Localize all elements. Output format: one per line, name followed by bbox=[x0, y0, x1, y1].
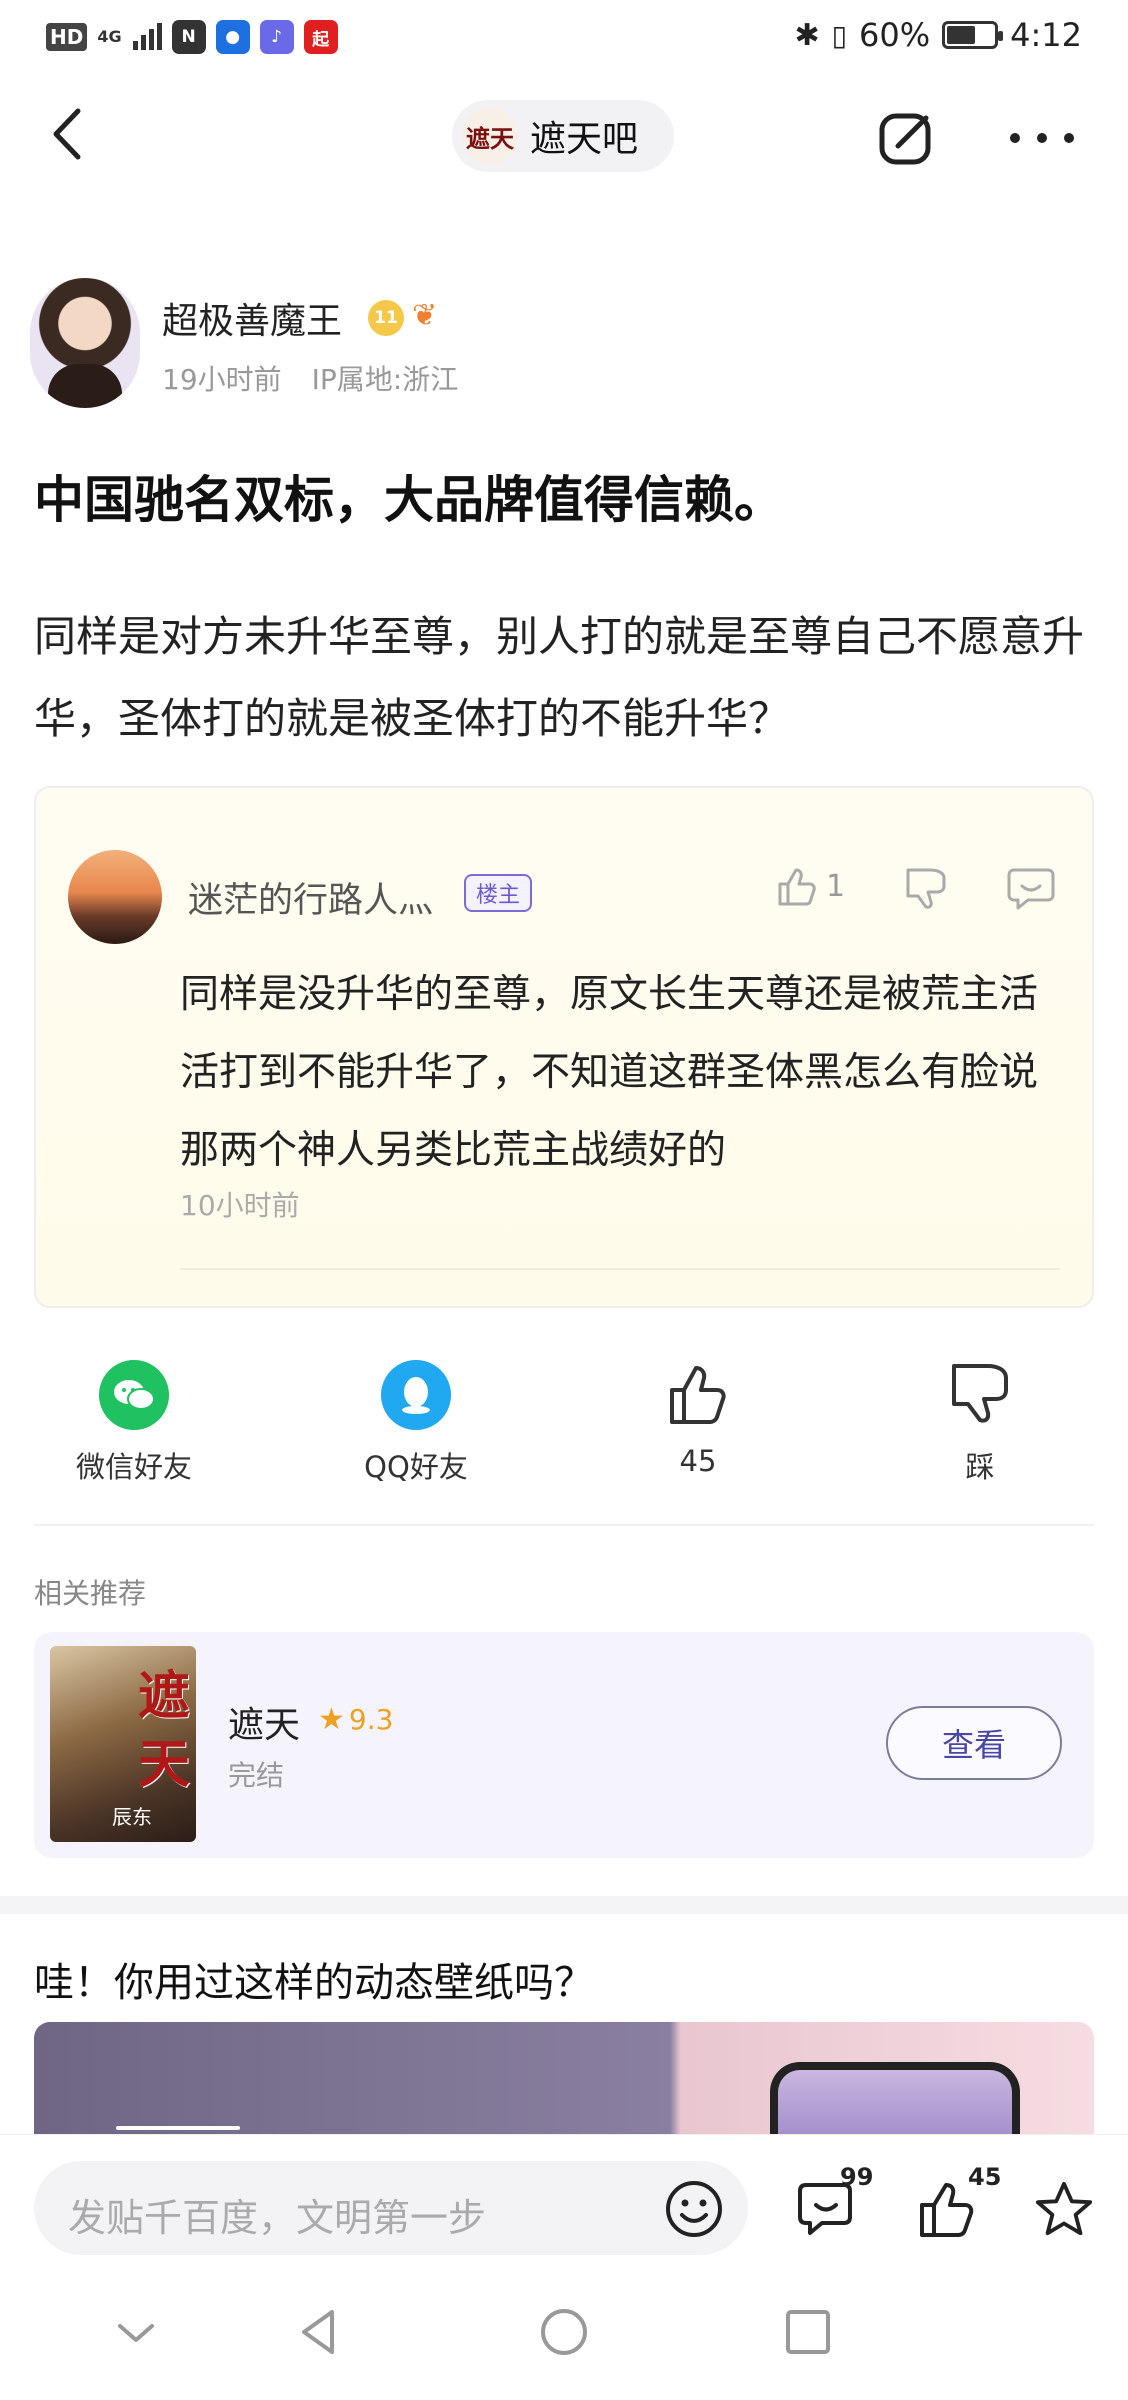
post-dislike-label: 踩 bbox=[965, 1450, 995, 1484]
cover-title-char: 遮 bbox=[137, 1666, 190, 1727]
comment-icon bbox=[1007, 868, 1055, 910]
ad-phone-graphic bbox=[770, 2062, 1020, 2134]
edit-button[interactable] bbox=[876, 108, 936, 168]
status-left: HD 4G N ● ♪ 起 bbox=[46, 20, 338, 54]
level-badge: 11 bbox=[368, 300, 404, 336]
thumbs-down-icon bbox=[952, 1364, 1008, 1423]
qidian-app-icon: 起 bbox=[303, 20, 338, 54]
nfc-icon: N bbox=[171, 20, 206, 54]
post-time: 19小时前 bbox=[162, 363, 282, 396]
post-body: 同样是对方未升华至尊，别人打的就是至尊自己不愿意升华，圣体打的就是被圣体打的不能… bbox=[34, 612, 1085, 743]
related-book-card[interactable]: 遮 天 辰东 遮天 ★ 9.3 完结 查看 bbox=[34, 1632, 1094, 1858]
share-qq-label: QQ好友 bbox=[364, 1450, 468, 1484]
network-indicator: 4G bbox=[97, 27, 122, 46]
emoji-button[interactable] bbox=[664, 2179, 724, 2239]
view-book-button[interactable]: 查看 bbox=[886, 1706, 1062, 1780]
reply-time: 10小时前 bbox=[180, 1189, 300, 1222]
book-status: 完结 bbox=[228, 1759, 285, 1792]
wechat-icon bbox=[99, 1360, 169, 1430]
clock: 4:12 bbox=[1010, 16, 1082, 54]
reply-author-name[interactable]: 迷茫的行路人灬 bbox=[188, 872, 433, 923]
star-icon[interactable] bbox=[1034, 2179, 1094, 2239]
author-name[interactable]: 超极善魔王 bbox=[162, 292, 342, 344]
hd-indicator: HD bbox=[46, 23, 88, 51]
related-title: 相关推荐 bbox=[34, 1577, 147, 1610]
more-dot bbox=[1010, 133, 1020, 143]
more-dot bbox=[1037, 133, 1047, 143]
cover-author: 辰东 bbox=[112, 1805, 152, 1829]
post-like-button[interactable]: 45 bbox=[598, 1360, 798, 1478]
forum-name: 遮天吧 bbox=[530, 119, 639, 160]
ad-image[interactable] bbox=[34, 2022, 1094, 2134]
author-row: 超极善魔王 11 ❦ 19小时前 IP属地:浙江 bbox=[30, 278, 1030, 408]
forum-pill[interactable]: 遮天 遮天吧 bbox=[452, 100, 674, 172]
cover-title-char: 天 bbox=[137, 1734, 190, 1795]
post-like-count: 45 bbox=[679, 1444, 717, 1478]
book-rating: ★ 9.3 bbox=[318, 1702, 393, 1737]
op-tag: 楼主 bbox=[464, 874, 533, 912]
ip-location: IP属地:浙江 bbox=[311, 363, 459, 396]
comment-placeholder: 发贴千百度，文明第一步 bbox=[68, 2196, 487, 2240]
book-rating-value: 9.3 bbox=[348, 1703, 394, 1736]
share-wechat-button[interactable]: 微信好友 bbox=[34, 1360, 234, 1486]
comment-count: 99 bbox=[840, 2163, 874, 2191]
chevron-down-icon[interactable] bbox=[106, 2302, 166, 2362]
book-title: 遮天 bbox=[228, 1705, 301, 1746]
section-gap bbox=[0, 1896, 1128, 1914]
share-bar: 微信好友 QQ好友 45 踩 bbox=[34, 1360, 1094, 1500]
nav-recents-icon[interactable] bbox=[778, 2302, 838, 2362]
thumbs-up-icon bbox=[670, 1366, 726, 1424]
avatar-body bbox=[48, 364, 122, 408]
post-title: 中国驰名双标，大品牌值得信赖。 bbox=[34, 471, 784, 529]
book-cover: 遮 天 辰东 bbox=[50, 1646, 196, 1842]
reply-body: 同样是没升华的至尊，原文长生天尊还是被荒主活活打到不能升华了，不知道这群圣体黑怎… bbox=[180, 972, 1039, 1173]
battery-percent: 60% bbox=[859, 16, 931, 54]
section-divider bbox=[34, 1524, 1094, 1526]
battery-fill bbox=[947, 26, 975, 44]
forum-logo: 遮天 bbox=[462, 108, 518, 164]
bulb-app-icon: ● bbox=[215, 20, 250, 54]
back-button[interactable] bbox=[40, 104, 92, 164]
author-meta: 19小时前 IP属地:浙江 bbox=[162, 358, 458, 398]
edit-icon bbox=[879, 113, 931, 165]
system-nav-bar bbox=[0, 2262, 1128, 2400]
star-icon: ★ bbox=[318, 1702, 345, 1737]
nav-back-icon[interactable] bbox=[290, 2302, 350, 2362]
thumbs-up-icon bbox=[778, 868, 816, 906]
post-dislike-button[interactable]: 踩 bbox=[880, 1360, 1080, 1486]
top-nav: 遮天 遮天吧 bbox=[0, 80, 1128, 190]
emoji-icon bbox=[666, 2181, 722, 2237]
status-bar: HD 4G N ● ♪ 起 ✱ ▯ 60% 4:12 bbox=[0, 0, 1128, 72]
battery-icon bbox=[942, 21, 1004, 49]
chevron-left-icon bbox=[53, 108, 81, 160]
reply-like-button[interactable]: 1 bbox=[774, 864, 845, 908]
music-app-icon: ♪ bbox=[259, 20, 294, 54]
ad-progress-bar bbox=[116, 2126, 240, 2130]
featured-reply-card[interactable]: 迷茫的行路人灬 楼主 1 同样是没升华的至尊，原文长生天尊还是被荒主活活打到不能… bbox=[34, 786, 1094, 1308]
reply-divider bbox=[180, 1268, 1060, 1270]
vibrate-icon: ▯ bbox=[831, 18, 848, 52]
like-count: 45 bbox=[968, 2163, 1002, 2191]
reply-like-count: 1 bbox=[826, 868, 846, 904]
thumbs-down-icon bbox=[906, 868, 946, 909]
bluetooth-icon: ✱ bbox=[794, 17, 820, 53]
comment-input[interactable]: 发贴千百度，文明第一步 bbox=[34, 2161, 748, 2255]
reply-dislike-button[interactable] bbox=[902, 864, 950, 912]
reply-comment-button[interactable] bbox=[1006, 864, 1056, 912]
author-avatar[interactable] bbox=[30, 278, 140, 408]
nav-home-icon[interactable] bbox=[534, 2302, 594, 2362]
share-qq-button[interactable]: QQ好友 bbox=[316, 1360, 516, 1486]
lung-badge-icon: ❦ bbox=[412, 298, 438, 333]
ad-title[interactable]: 哇！你用过这样的动态壁纸吗？ bbox=[34, 1950, 594, 2008]
signal-icon bbox=[132, 23, 162, 50]
comment-bar: 发贴千百度，文明第一步 99 45 bbox=[0, 2134, 1128, 2262]
more-dot bbox=[1064, 133, 1074, 143]
more-button[interactable] bbox=[1010, 108, 1074, 168]
share-wechat-label: 微信好友 bbox=[75, 1450, 192, 1484]
status-right: ✱ ▯ 60% 4:12 bbox=[794, 16, 1082, 54]
reply-avatar[interactable] bbox=[68, 850, 162, 944]
qq-icon bbox=[381, 1360, 451, 1430]
